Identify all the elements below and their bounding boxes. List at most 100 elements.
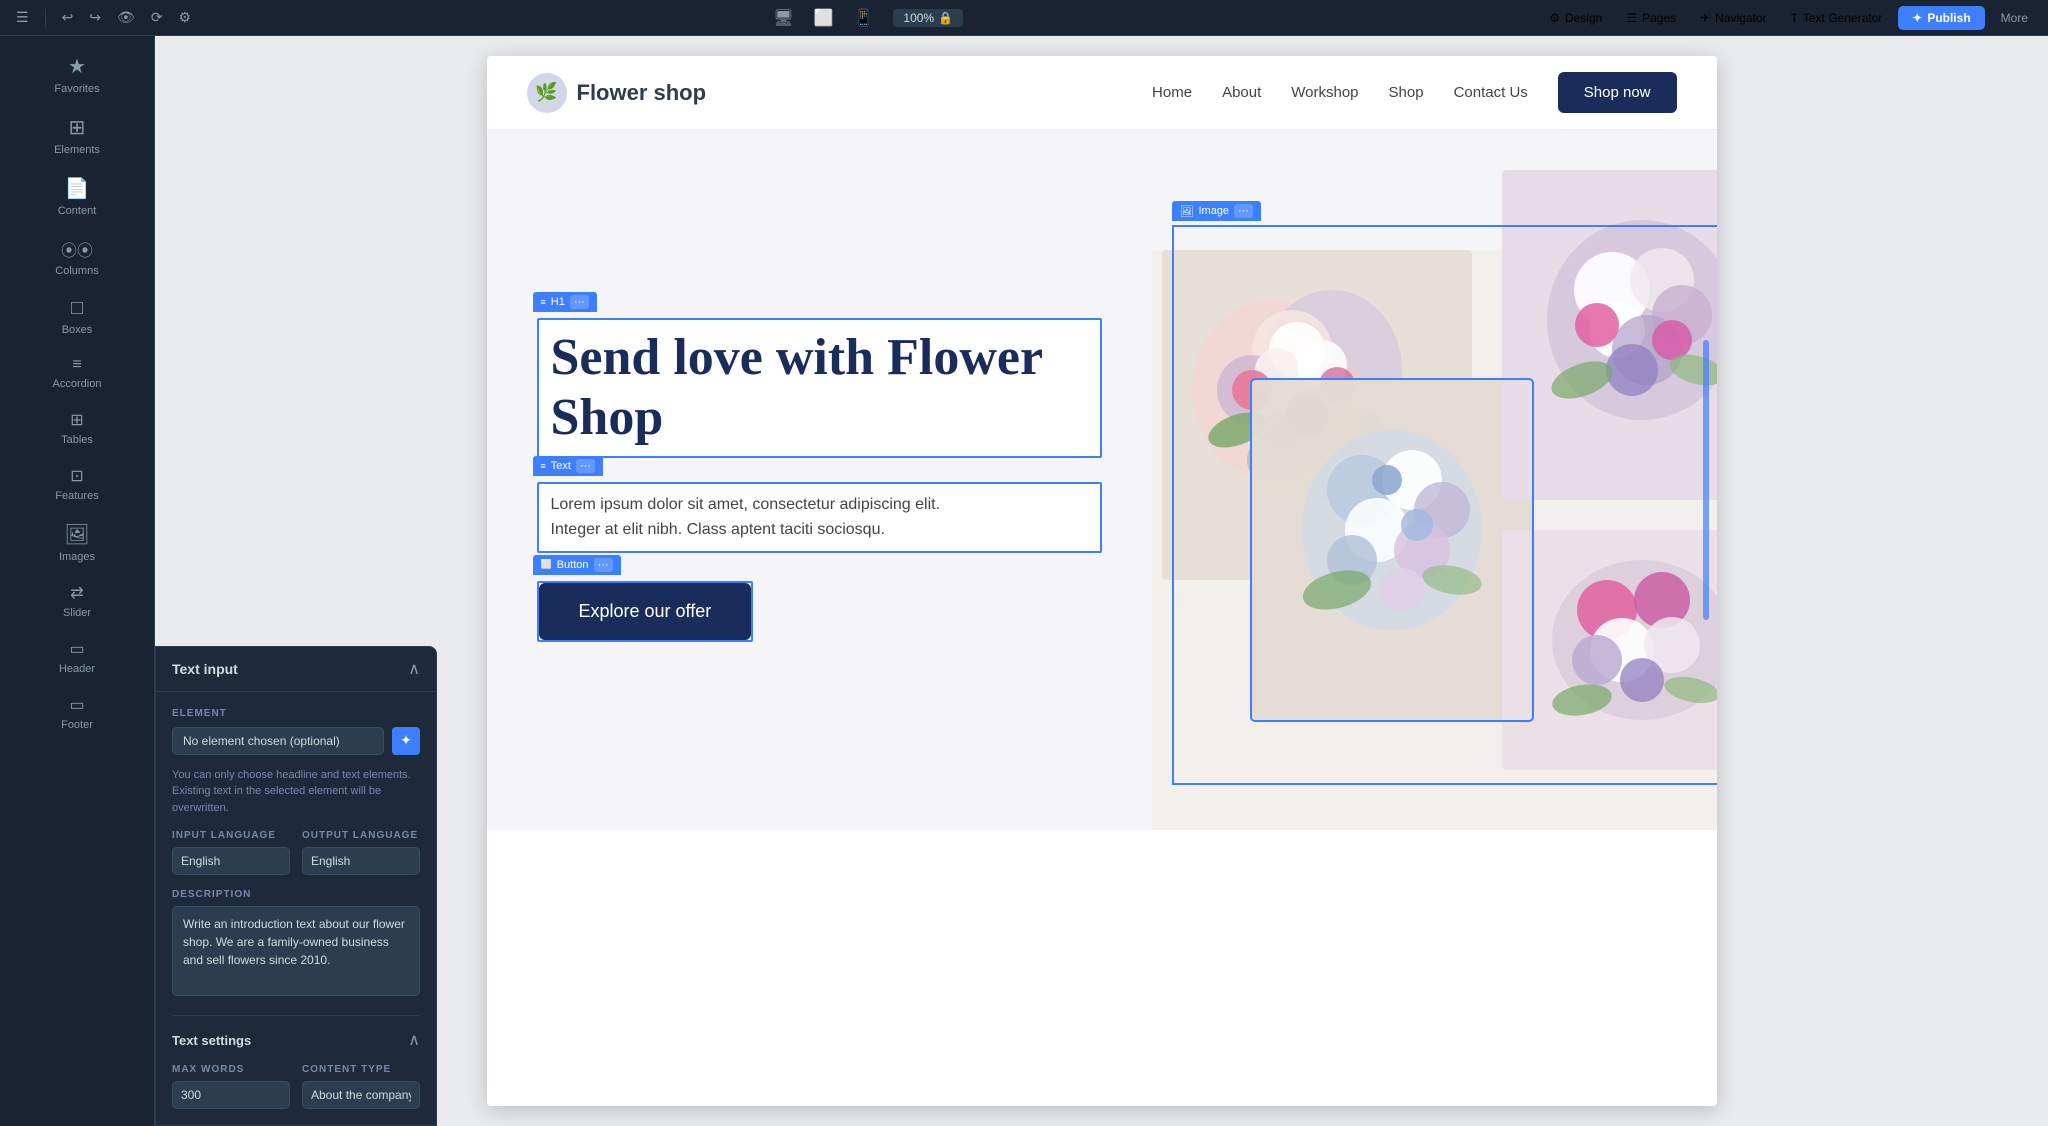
sidebar-item-header[interactable]: ▭ Header xyxy=(8,631,147,683)
hero-cta-button[interactable]: Explore our offer xyxy=(539,583,752,640)
button-wrapper: ⬜ Button ··· Explore our offer xyxy=(537,581,1102,642)
h1-wrapper: ≡ H1 ··· Send love with Flower Shop xyxy=(537,318,1102,458)
element-select-row: No element chosen (optional) ✦ xyxy=(172,727,420,755)
sidebar-item-elements[interactable]: ⊞ Elements xyxy=(8,107,147,164)
sidebar-item-footer[interactable]: ▭ Footer xyxy=(8,687,147,739)
input-lang-label: INPUT LANGUAGE xyxy=(172,830,290,841)
toolbar-center: 🖥 ⬜ 📱 100% 🔒 xyxy=(203,8,1533,28)
nav-shop[interactable]: Shop xyxy=(1389,84,1424,101)
columns-label: Columns xyxy=(55,265,98,277)
navigator-button[interactable]: ✈ Navigator xyxy=(1692,8,1774,28)
redo-icon[interactable]: ↪ xyxy=(85,5,105,30)
undo-icon[interactable]: ↩ xyxy=(58,5,78,30)
hamburger-icon[interactable]: ☰ xyxy=(12,5,33,30)
language-row: INPUT LANGUAGE English OUTPUT LANGUAGE E… xyxy=(172,830,420,875)
settings-collapse-icon[interactable]: ∧ xyxy=(408,1030,420,1050)
text-tag-icon: ≡ xyxy=(541,461,546,471)
hero-left: ≡ H1 ··· Send love with Flower Shop xyxy=(487,130,1152,830)
output-language-select[interactable]: English xyxy=(302,847,420,875)
slider-icon: ⇄ xyxy=(70,583,83,603)
max-words-col: MAX WORDS xyxy=(172,1064,290,1109)
h1-tag-more-icon[interactable]: ··· xyxy=(570,295,589,309)
eye-icon[interactable]: 👁 xyxy=(113,5,139,30)
site-nav-links: Home About Workshop Shop Contact Us xyxy=(1152,84,1528,101)
settings-title: Text settings xyxy=(172,1033,251,1048)
nav-contact[interactable]: Contact Us xyxy=(1454,84,1528,101)
max-words-input[interactable] xyxy=(172,1081,290,1109)
website-preview: 🌿 Flower shop Home About Workshop Shop C… xyxy=(487,56,1717,1106)
max-words-label: MAX WORDS xyxy=(172,1064,290,1075)
sidebar-item-columns[interactable]: ⦿⦿ Columns xyxy=(8,229,147,285)
pages-button[interactable]: ☰ Pages xyxy=(1618,8,1684,28)
h1-tag-icon: ≡ xyxy=(541,297,546,307)
main-layout: ★ Favorites ⊞ Elements 📄 Content ⦿⦿ Colu… xyxy=(0,36,2048,1126)
content-type-label: CONTENT TYPE xyxy=(302,1064,420,1075)
tablet-icon[interactable]: ⬜ xyxy=(814,8,834,28)
nav-workshop[interactable]: Workshop xyxy=(1291,84,1358,101)
refresh-icon[interactable]: ⟳ xyxy=(147,5,167,30)
desktop-icon[interactable]: 🖥 xyxy=(773,8,793,28)
sidebar-item-favorites[interactable]: ★ Favorites xyxy=(8,46,147,103)
nav-about[interactable]: About xyxy=(1222,84,1261,101)
tables-label: Tables xyxy=(61,434,93,446)
panel-collapse-icon[interactable]: ∧ xyxy=(408,659,420,679)
hero-right: 🖼 Image ··· xyxy=(1152,130,1717,830)
h1-selection-box[interactable]: Send love with Flower Shop xyxy=(537,318,1102,458)
text-generator-button[interactable]: T Text Generator xyxy=(1783,8,1891,28)
text-selection-box[interactable]: Lorem ipsum dolor sit amet, consectetur … xyxy=(537,482,1102,553)
button-tag-more-icon[interactable]: ··· xyxy=(594,558,613,572)
toolbar-left: ☰ ↩ ↪ 👁 ⟳ ⚙ xyxy=(12,5,195,30)
sidebar-item-accordion[interactable]: ≡ Accordion xyxy=(8,348,147,398)
description-textarea[interactable]: Write an introduction text about our flo… xyxy=(172,906,420,996)
logo-text: Flower shop xyxy=(577,80,707,106)
text-selection-tag: ≡ Text ··· xyxy=(533,456,603,476)
canvas-area: 🌿 Flower shop Home About Workshop Shop C… xyxy=(155,36,2048,1126)
h1-tag-label: H1 xyxy=(551,296,565,308)
content-type-col: CONTENT TYPE About the company xyxy=(302,1064,420,1109)
output-language-col: OUTPUT LANGUAGE English xyxy=(302,830,420,875)
sidebar-item-boxes[interactable]: □ Boxes xyxy=(8,289,147,344)
nav-home[interactable]: Home xyxy=(1152,84,1192,101)
output-lang-label: OUTPUT LANGUAGE xyxy=(302,830,420,841)
more-button[interactable]: More xyxy=(1993,8,2036,28)
zoom-label: 100% xyxy=(903,11,934,25)
accordion-label: Accordion xyxy=(53,378,102,390)
tables-icon: ⊞ xyxy=(70,410,83,430)
elements-icon: ⊞ xyxy=(69,115,86,140)
mobile-icon[interactable]: 📱 xyxy=(853,8,873,28)
site-cta-button[interactable]: Shop now xyxy=(1558,72,1677,113)
zoom-lock-icon: 🔒 xyxy=(938,11,953,25)
images-label: Images xyxy=(59,551,95,563)
input-language-col: INPUT LANGUAGE English xyxy=(172,830,290,875)
content-type-select[interactable]: About the company xyxy=(302,1081,420,1109)
element-description: You can only choose headline and text el… xyxy=(172,767,420,817)
header-icon: ▭ xyxy=(69,639,84,659)
settings-icon[interactable]: ⚙ xyxy=(175,5,196,30)
site-logo: 🌿 Flower shop xyxy=(527,73,707,113)
elements-label: Elements xyxy=(54,144,100,156)
input-language-select[interactable]: English xyxy=(172,847,290,875)
element-select-sparkle[interactable]: ✦ xyxy=(392,727,420,755)
images-icon: 🖼 xyxy=(64,522,89,547)
favorites-icon: ★ xyxy=(68,54,86,79)
publish-button[interactable]: ✦ Publish xyxy=(1898,6,1984,30)
sidebar-item-tables[interactable]: ⊞ Tables xyxy=(8,402,147,454)
hero-section: ≡ H1 ··· Send love with Flower Shop xyxy=(487,130,1717,830)
button-selection-box[interactable]: Explore our offer xyxy=(537,581,754,642)
text-input-panel: Text input ∧ ELEMENT No element chosen (… xyxy=(155,646,437,1126)
sidebar-item-content[interactable]: 📄 Content xyxy=(8,168,147,225)
canvas-scrollbar[interactable] xyxy=(1703,340,1709,620)
settings-fields: MAX WORDS CONTENT TYPE About the company xyxy=(172,1064,420,1109)
sidebar-item-slider[interactable]: ⇄ Slider xyxy=(8,575,147,627)
header-label: Header xyxy=(59,663,95,675)
zoom-control[interactable]: 100% 🔒 xyxy=(893,9,963,27)
site-nav: 🌿 Flower shop Home About Workshop Shop C… xyxy=(487,56,1717,130)
sidebar-item-features[interactable]: ⊡ Features xyxy=(8,458,147,510)
text-tag-more-icon[interactable]: ··· xyxy=(576,459,595,473)
footer-label: Footer xyxy=(61,719,93,731)
sidebar-item-images[interactable]: 🖼 Images xyxy=(8,514,147,571)
left-sidebar: ★ Favorites ⊞ Elements 📄 Content ⦿⦿ Colu… xyxy=(0,36,155,1126)
element-select[interactable]: No element chosen (optional) xyxy=(172,727,384,755)
design-button[interactable]: ⚙ Design xyxy=(1541,8,1610,28)
h1-selection-tag: ≡ H1 ··· xyxy=(533,292,597,312)
